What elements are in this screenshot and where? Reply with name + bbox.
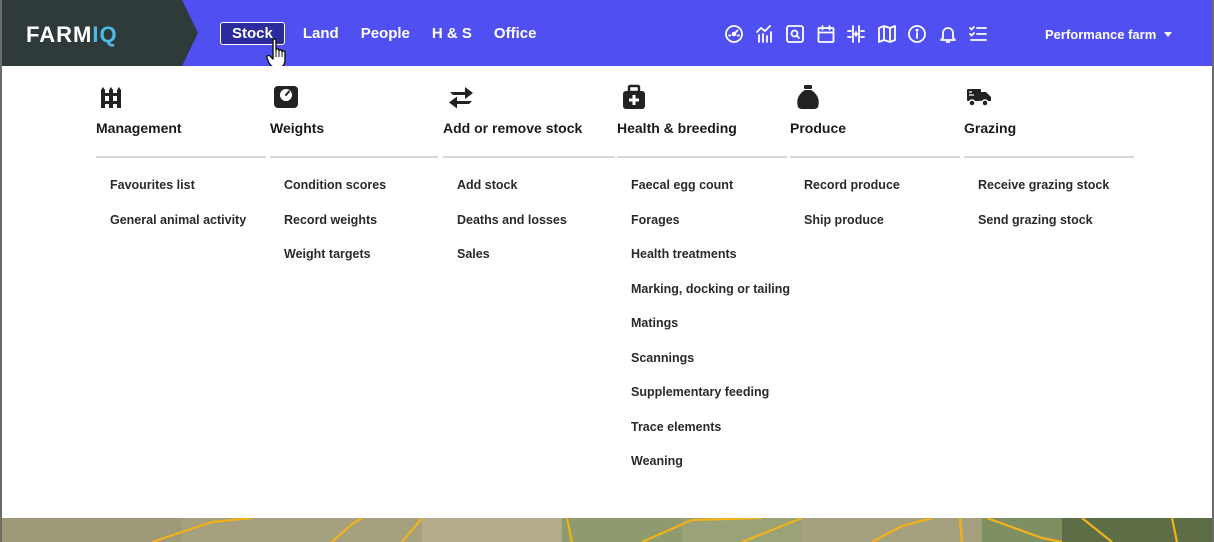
menu-link-weaning[interactable]: Weaning (631, 454, 790, 489)
nav-item-office[interactable]: Office (494, 22, 537, 45)
menu-link-scannings[interactable]: Scannings (631, 351, 790, 386)
first-aid-kit-icon (622, 84, 646, 112)
menu-heading-add-or-remove-stock: Add or remove stock (443, 120, 583, 136)
menu-links-produce: Record produce Ship produce (804, 178, 900, 247)
menu-link-forages[interactable]: Forages (631, 213, 790, 248)
divider (790, 156, 960, 158)
app-window: FARMIQ Stock Land People H & S Office Pe… (0, 0, 1214, 542)
menu-link-ship-produce[interactable]: Ship produce (804, 213, 900, 248)
dashboard-gauge-icon[interactable] (724, 24, 744, 44)
menu-links-grazing: Receive grazing stock Send grazing stock (978, 178, 1109, 247)
menu-link-favourites-list[interactable]: Favourites list (110, 178, 246, 213)
bell-icon[interactable] (938, 24, 958, 44)
menu-link-condition-scores[interactable]: Condition scores (284, 178, 386, 213)
divider (443, 156, 615, 158)
menu-link-general-animal-activity[interactable]: General animal activity (110, 213, 246, 248)
menu-links-weights: Condition scores Record weights Weight t… (284, 178, 386, 282)
grid-plus-icon[interactable] (846, 24, 866, 44)
farm-selector[interactable]: Performance farm (1045, 27, 1173, 42)
menu-link-deaths-and-losses[interactable]: Deaths and losses (457, 213, 567, 248)
divider (617, 156, 787, 158)
menu-link-health-treatments[interactable]: Health treatments (631, 247, 790, 282)
menu-link-faecal-egg-count[interactable]: Faecal egg count (631, 178, 790, 213)
menu-link-trace-elements[interactable]: Trace elements (631, 420, 790, 455)
menu-heading-produce: Produce (790, 120, 847, 136)
menu-heading-health-and-breeding: Health & breeding (617, 120, 737, 136)
scale-icon (273, 84, 299, 112)
nav-item-h-and-s[interactable]: H & S (432, 22, 472, 45)
menu-heading-grazing: Grazing (964, 120, 1017, 136)
menu-links-add-or-remove-stock: Add stock Deaths and losses Sales (457, 178, 567, 282)
reports-chart-icon[interactable] (755, 24, 775, 44)
calendar-icon[interactable] (816, 24, 836, 44)
logo-wordmark: FARMIQ (26, 22, 118, 48)
menu-heading-management: Management (96, 120, 182, 136)
task-list-icon[interactable] (968, 24, 988, 44)
farm-selector-label: Performance farm (1045, 27, 1157, 42)
menu-link-matings[interactable]: Matings (631, 316, 790, 351)
nav-item-land[interactable]: Land (303, 22, 339, 45)
menu-link-weight-targets[interactable]: Weight targets (284, 247, 386, 282)
menu-links-health-and-breeding: Faecal egg count Forages Health treatmen… (631, 178, 790, 489)
search-records-icon[interactable] (785, 24, 805, 44)
map-imagery (2, 518, 1212, 542)
logo[interactable]: FARMIQ (2, 0, 198, 66)
divider (964, 156, 1134, 158)
menu-heading-weights: Weights (270, 120, 325, 136)
info-icon[interactable] (907, 24, 927, 44)
chevron-down-icon (1164, 32, 1173, 37)
nav-item-people[interactable]: People (361, 22, 410, 45)
menu-link-send-grazing-stock[interactable]: Send grazing stock (978, 213, 1109, 248)
menu-link-supplementary-feeding[interactable]: Supplementary feeding (631, 385, 790, 420)
map-icon[interactable] (877, 24, 897, 44)
top-navigation-bar: FARMIQ Stock Land People H & S Office Pe… (2, 0, 1212, 69)
stock-mega-menu: Management Favourites list General anima… (2, 66, 1212, 518)
menu-link-record-produce[interactable]: Record produce (804, 178, 900, 213)
divider (270, 156, 438, 158)
fence-icon (99, 84, 125, 112)
menu-link-add-stock[interactable]: Add stock (457, 178, 567, 213)
truck-icon (966, 86, 992, 114)
toolbar-icons (724, 24, 999, 44)
produce-sack-icon (796, 84, 820, 112)
menu-link-marking-docking-tailing[interactable]: Marking, docking or tailing (631, 282, 790, 317)
menu-links-management: Favourites list General animal activity (110, 178, 246, 247)
logo-main-text: FARM (26, 22, 93, 47)
divider (96, 156, 266, 158)
logo-accent-text: IQ (92, 22, 118, 47)
menu-link-receive-grazing-stock[interactable]: Receive grazing stock (978, 178, 1109, 213)
menu-link-sales[interactable]: Sales (457, 247, 567, 282)
menu-link-record-weights[interactable]: Record weights (284, 213, 386, 248)
farm-map[interactable] (2, 518, 1212, 542)
exchange-arrows-icon (447, 84, 475, 112)
